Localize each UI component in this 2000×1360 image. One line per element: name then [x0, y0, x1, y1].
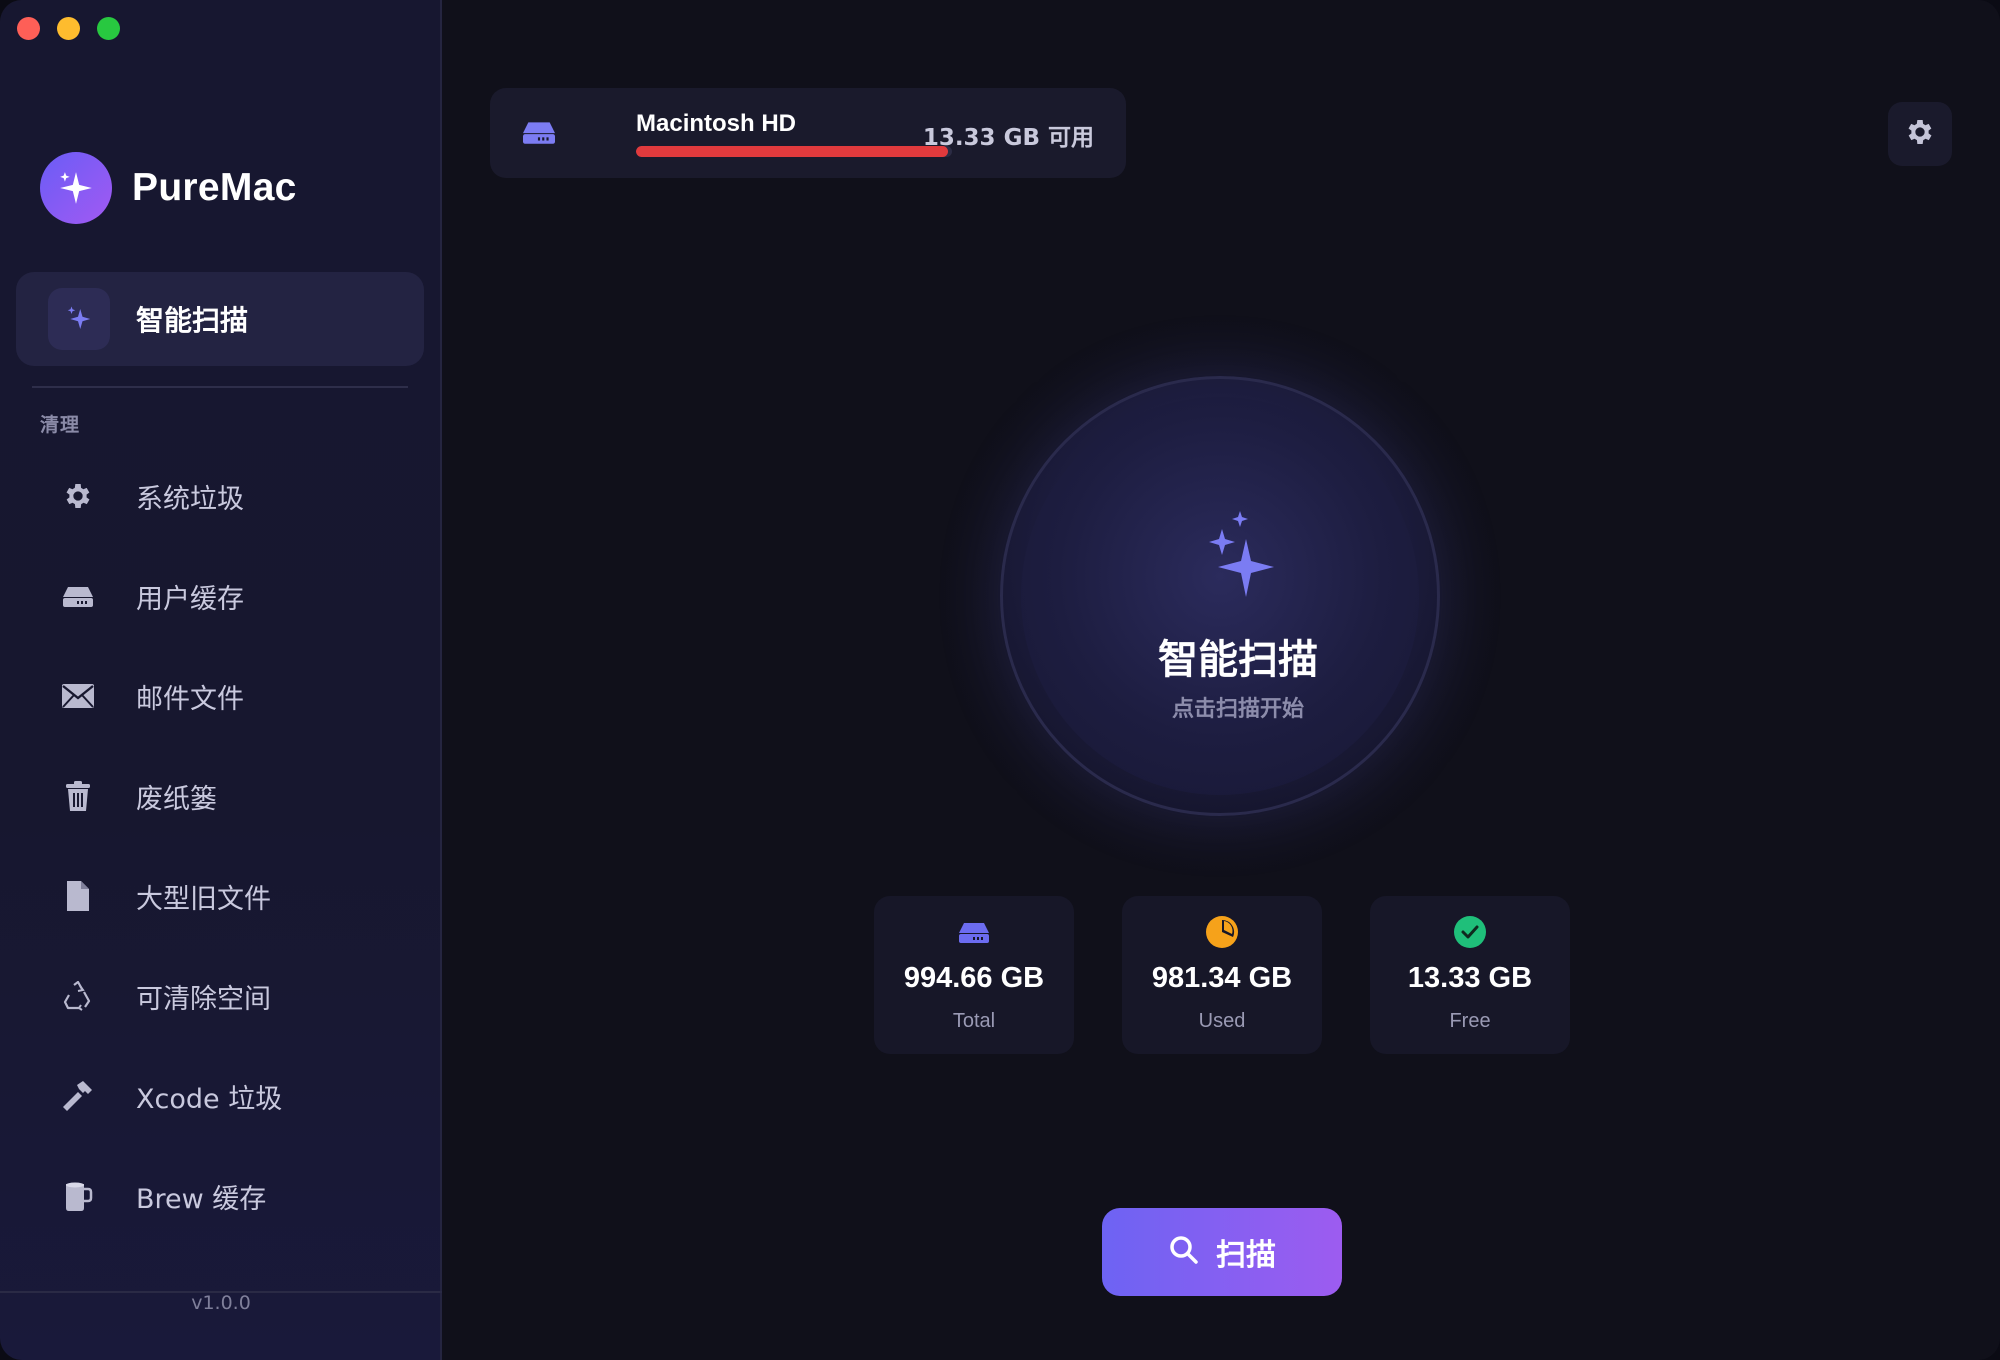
disk-usage-fill	[636, 146, 948, 157]
sidebar-item-label: Xcode 垃圾	[136, 1083, 283, 1115]
stat-label: Used	[1198, 1010, 1246, 1032]
hammer-icon	[60, 1078, 96, 1114]
sidebar-item-trash[interactable]: 废纸篓	[16, 756, 424, 836]
settings-button[interactable]	[1888, 102, 1952, 166]
stat-label: Free	[1449, 1010, 1491, 1032]
drive-icon	[956, 914, 992, 950]
divider	[32, 386, 408, 388]
gear-icon	[1904, 116, 1936, 152]
sidebar-item-label: 邮件文件	[136, 683, 244, 715]
disk-usage-bar	[636, 146, 952, 157]
app-version: v1.0.0	[191, 1292, 251, 1314]
scan-subtitle: 点击扫描开始	[1171, 697, 1304, 722]
close-window-button[interactable]	[17, 17, 40, 40]
sidebar-item-large-old-files[interactable]: 大型旧文件	[16, 856, 424, 936]
brand: PureMac	[40, 152, 297, 224]
sidebar: PureMac 智能扫描 清理 系统垃圾 用户缓存 邮件文件 废纸篓 大型旧文件…	[0, 0, 442, 1360]
sidebar-item-brew-cache[interactable]: Brew 缓存	[16, 1156, 424, 1236]
app-window: PureMac 智能扫描 清理 系统垃圾 用户缓存 邮件文件 废纸篓 大型旧文件…	[0, 0, 2000, 1360]
sidebar-item-label: Brew 缓存	[136, 1183, 267, 1215]
minimize-window-button[interactable]	[57, 17, 80, 40]
stat-label: Total	[952, 1010, 996, 1032]
sparkles-icon	[1202, 509, 1282, 605]
envelope-icon	[60, 678, 96, 714]
drive-icon	[520, 116, 558, 152]
stat-card-free: 13.33 GB Free	[1370, 896, 1570, 1054]
disk-name: Macintosh HD	[636, 110, 797, 137]
mug-icon	[60, 1178, 96, 1214]
sidebar-item-smart-scan[interactable]: 智能扫描	[16, 272, 424, 366]
sidebar-item-label: 智能扫描	[136, 304, 249, 337]
smart-scan-circle-inner: 智能扫描 点击扫描开始	[1021, 397, 1419, 795]
sidebar-item-label: 可清除空间	[136, 983, 271, 1015]
smart-scan-circle[interactable]: 智能扫描 点击扫描开始	[1000, 376, 1440, 816]
stat-card-total: 994.66 GB Total	[874, 896, 1074, 1054]
scan-button[interactable]: 扫描	[1102, 1208, 1342, 1296]
check-circle-icon	[1452, 914, 1488, 950]
stat-value: 981.34 GB	[1151, 962, 1293, 994]
gear-icon	[60, 478, 96, 514]
pie-chart-icon	[1204, 914, 1240, 950]
sparkles-icon	[48, 288, 110, 350]
sidebar-item-mail-files[interactable]: 邮件文件	[16, 656, 424, 736]
app-name: PureMac	[132, 166, 297, 209]
disk-free-text: 13.33 GB 可用	[922, 125, 1094, 151]
disk-summary-card: Macintosh HD 13.33 GB 可用	[490, 88, 1126, 178]
main-panel: Macintosh HD 13.33 GB 可用 智能扫描 点击扫描开始 994…	[444, 0, 2000, 1360]
scan-button-label: 扫描	[1216, 1238, 1276, 1273]
sidebar-item-user-cache[interactable]: 用户缓存	[16, 556, 424, 636]
sidebar-item-label: 大型旧文件	[136, 883, 271, 915]
zoom-window-button[interactable]	[97, 17, 120, 40]
sidebar-item-label: 废纸篓	[136, 783, 217, 815]
document-icon	[60, 878, 96, 914]
sidebar-item-xcode-junk[interactable]: Xcode 垃圾	[16, 1056, 424, 1136]
sidebar-item-system-junk[interactable]: 系统垃圾	[16, 456, 424, 536]
app-logo-icon	[40, 152, 112, 224]
stat-card-used: 981.34 GB Used	[1122, 896, 1322, 1054]
trash-icon	[60, 778, 96, 814]
drive-icon	[60, 578, 96, 614]
sidebar-item-label: 系统垃圾	[136, 483, 244, 515]
sidebar-item-purgeable-space[interactable]: 可清除空间	[16, 956, 424, 1036]
scan-title: 智能扫描	[1158, 637, 1318, 683]
section-label-clean: 清理	[40, 414, 81, 436]
stat-value: 13.33 GB	[1407, 962, 1533, 994]
search-icon	[1168, 1234, 1200, 1270]
stat-value: 994.66 GB	[903, 962, 1045, 994]
sidebar-item-label: 用户缓存	[136, 583, 244, 615]
recycle-icon	[60, 978, 96, 1014]
